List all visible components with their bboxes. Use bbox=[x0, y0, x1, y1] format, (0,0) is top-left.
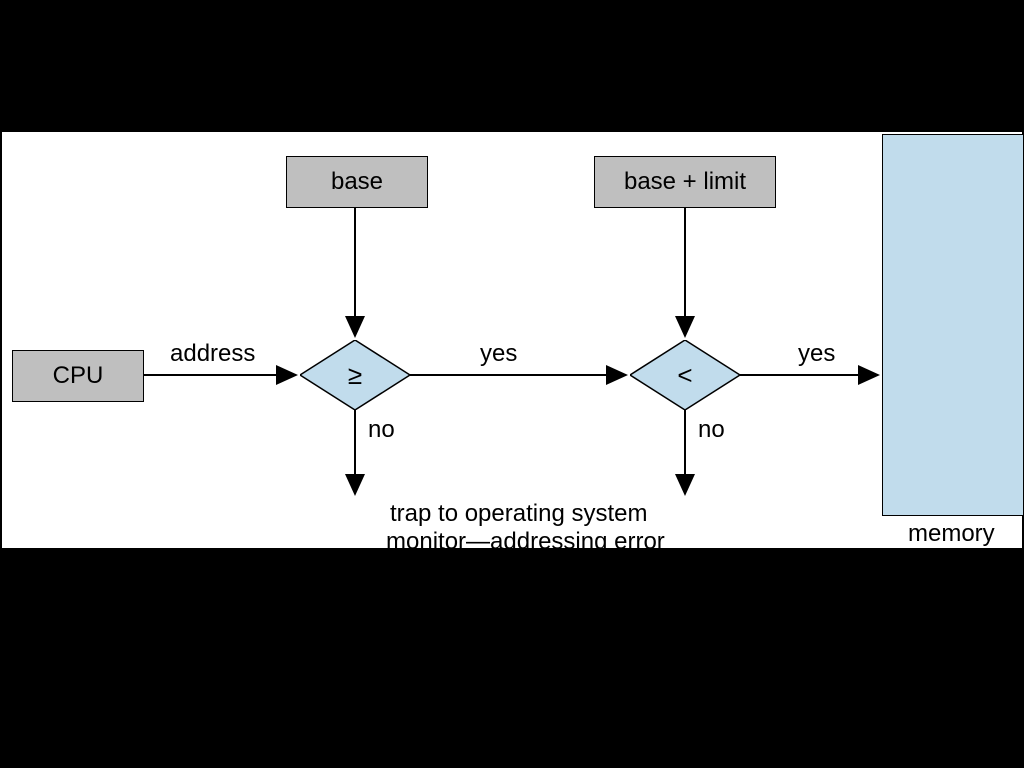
base-limit-label: base + limit bbox=[624, 168, 746, 196]
compare-ge-diamond: ≥ bbox=[300, 340, 410, 410]
edge-yes2-label: yes bbox=[798, 340, 835, 368]
ge-symbol: ≥ bbox=[300, 340, 410, 410]
edge-no1-label: no bbox=[368, 416, 395, 444]
edge-no2-label: no bbox=[698, 416, 725, 444]
base-limit-register-box: base + limit bbox=[594, 156, 776, 208]
trap-caption-line2: monitor—addressing error bbox=[386, 528, 665, 556]
compare-lt-diamond: < bbox=[630, 340, 740, 410]
memory-block bbox=[882, 134, 1024, 516]
memory-label: memory bbox=[908, 520, 995, 548]
edge-yes1-label: yes bbox=[480, 340, 517, 368]
edge-address-label: address bbox=[170, 340, 255, 368]
base-register-box: base bbox=[286, 156, 428, 208]
base-label: base bbox=[331, 168, 383, 196]
lt-symbol: < bbox=[630, 340, 740, 410]
cpu-label: CPU bbox=[53, 362, 104, 390]
cpu-box: CPU bbox=[12, 350, 144, 402]
trap-caption-line1: trap to operating system bbox=[390, 500, 647, 528]
